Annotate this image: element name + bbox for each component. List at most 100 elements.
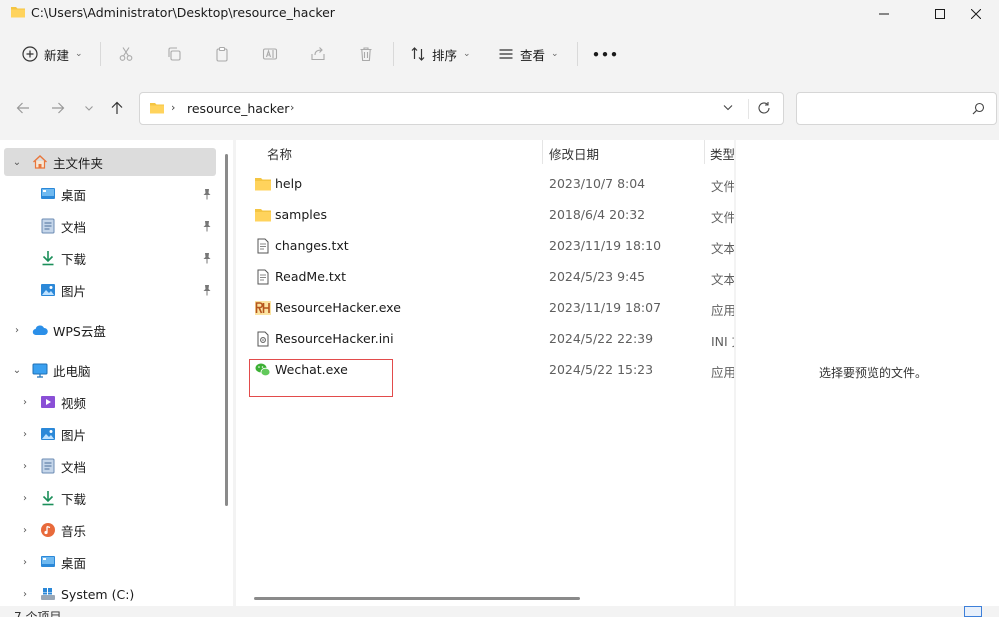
refresh-icon[interactable] [757,101,771,118]
view-label: 查看 [520,47,546,63]
file-date: 2023/11/19 18:07 [549,300,662,315]
minimize-button[interactable] [861,0,907,28]
search-box[interactable] [796,92,997,125]
sidebar-item-desktop-pc[interactable]: › 桌面 [4,548,216,576]
pin-icon[interactable] [202,220,212,232]
file-name: ResourceHacker.ini [275,331,394,346]
chevron-right-icon[interactable]: › [290,101,294,114]
sidebar-item-pictures[interactable]: 图片 [4,276,216,304]
desktop-icon [40,554,56,570]
expand-icon[interactable]: › [19,589,31,600]
drive-icon [40,586,56,602]
sidebar-scrollbar[interactable] [225,154,228,506]
expand-icon[interactable]: ⌄ [11,157,23,168]
file-row[interactable]: ResourceHacker.ini 2024/5/22 22:39 INI 文… [248,326,734,352]
recent-locations-button[interactable] [77,96,101,120]
expand-icon[interactable]: › [19,461,31,472]
expand-icon[interactable]: › [19,429,31,440]
forward-button[interactable] [46,96,70,120]
sort-button[interactable]: 排序 ⌄ [410,40,471,68]
column-header-label: 名称 [267,146,293,162]
breadcrumb-folder[interactable]: resource_hacker [187,101,289,116]
pin-icon[interactable] [202,188,212,200]
expand-icon[interactable]: › [19,557,31,568]
back-button[interactable] [11,96,35,120]
sidebar-item-pictures-pc[interactable]: › 图片 [4,420,216,448]
new-button[interactable]: 新建 ⌄ [22,40,83,68]
column-header-name[interactable]: 名称 [267,142,292,164]
ini-file-icon [257,331,269,347]
folder-icon [149,101,165,118]
column-divider[interactable] [704,140,705,164]
more-button[interactable]: ••• [592,40,619,68]
address-dropdown-icon[interactable] [722,101,734,116]
sidebar-item-videos[interactable]: › 视频 [4,388,216,416]
pin-icon[interactable] [202,252,212,264]
paste-button[interactable] [214,40,230,68]
expand-icon[interactable]: › [19,493,31,504]
close-button[interactable] [953,0,999,28]
copy-button[interactable] [166,40,182,68]
sort-label: 排序 [432,47,458,63]
horizontal-scrollbar[interactable] [254,597,580,600]
search-input[interactable] [803,99,963,119]
sidebar-item-music[interactable]: › 音乐 [4,516,216,544]
expand-icon[interactable]: › [19,525,31,536]
sidebar-item-desktop[interactable]: 桌面 [4,180,216,208]
new-label: 新建 [44,47,70,63]
sort-ascending-icon: ⌃ [396,140,404,143]
sidebar-item-label: 图片 [61,283,87,299]
sidebar-item-system-drive[interactable]: › System (C:) [4,580,216,606]
rename-button[interactable] [262,40,278,68]
selection-highlight-box [249,359,393,397]
view-button[interactable]: 查看 ⌄ [498,40,559,68]
video-icon [40,394,56,410]
expand-icon[interactable]: › [19,397,31,408]
file-type: 文件夹 [711,210,734,225]
sidebar-item-label: 主文件夹 [53,155,104,171]
sidebar-item-wps-cloud[interactable]: › WPS云盘 [4,316,216,344]
details-view-button[interactable] [964,606,982,617]
file-row[interactable]: ResourceHacker.exe 2023/11/19 18:07 应用程序 [248,295,734,321]
address-bar[interactable]: › resource_hacker › [139,92,784,125]
search-icon[interactable] [972,102,985,118]
command-bar: 新建 ⌄ 排序 ⌄ 查看 ⌄ ••• [0,32,999,76]
sidebar-item-home[interactable]: ⌄ 主文件夹 [4,148,216,176]
arrow-left-icon [16,102,29,114]
column-header-date[interactable]: 修改日期 [549,142,599,164]
sidebar-item-downloads[interactable]: 下载 [4,244,216,272]
sidebar-item-this-pc[interactable]: ⌄ 此电脑 [4,356,216,384]
file-row[interactable]: help 2023/10/7 8:04 文件夹 [248,171,734,197]
column-header-type[interactable]: 类型 [710,142,734,164]
delete-button[interactable] [358,40,374,68]
up-button[interactable] [105,96,129,120]
share-button[interactable] [310,40,326,68]
toolbar-divider [100,42,101,66]
file-row[interactable]: changes.txt 2023/11/19 18:10 文本文档 [248,233,734,259]
status-bar: 7 个项目 [0,606,999,617]
address-divider [748,99,749,119]
document-icon [40,218,56,234]
expand-icon[interactable]: › [11,325,23,336]
sidebar-item-documents-pc[interactable]: › 文档 [4,452,216,480]
file-row[interactable]: ReadMe.txt 2024/5/23 9:45 文本文档 [248,264,734,290]
sidebar-item-downloads-pc[interactable]: › 下载 [4,484,216,512]
file-type: 应用程序 [711,303,734,318]
chevron-right-icon[interactable]: › [171,101,175,114]
arrow-right-icon [52,102,65,114]
cut-button[interactable] [118,40,134,68]
expand-icon[interactable]: ⌄ [11,365,23,376]
navigation-bar: › resource_hacker › [0,80,999,136]
column-header-label: 修改日期 [549,146,600,162]
chevron-down-icon: ⌄ [551,49,559,59]
file-date: 2024/5/23 9:45 [549,269,646,284]
file-row[interactable]: samples 2018/6/4 20:32 文件夹 [248,202,734,228]
folder-icon [255,178,271,191]
pin-icon[interactable] [202,284,212,296]
column-divider[interactable] [542,140,543,164]
file-date: 2023/10/7 8:04 [549,176,646,191]
file-name: help [275,176,303,191]
sidebar-item-documents[interactable]: 文档 [4,212,216,240]
chevron-down-icon: ⌄ [75,49,83,59]
picture-icon [40,282,56,298]
